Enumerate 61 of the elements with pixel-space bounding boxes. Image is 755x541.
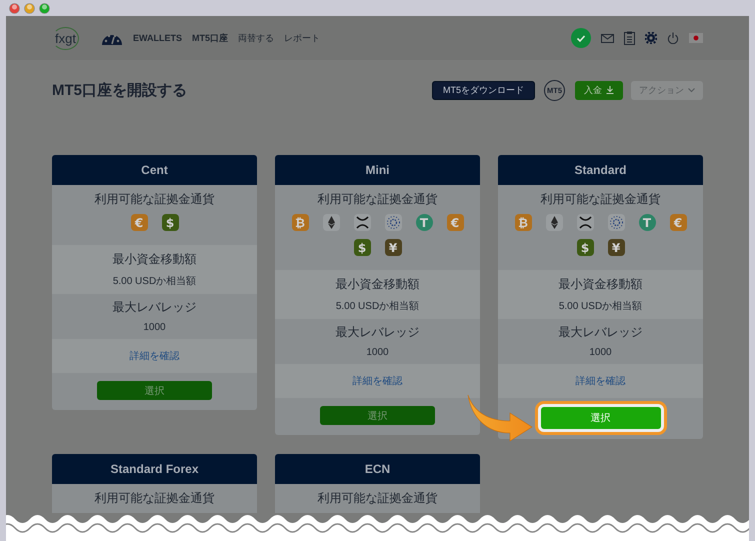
section-label: 利用可能な証拠金通貨 [540, 191, 660, 208]
section-label: 最大レバレッジ [558, 324, 642, 341]
section-label: 最小資金移動額 [336, 276, 420, 293]
leverage-value: 1000 [143, 322, 166, 333]
min-transfer-value: 5.00 USDか相当額 [558, 300, 642, 313]
currency-icon: T [416, 214, 432, 231]
window-control-icon [24, 2, 35, 14]
chevron-down-icon [688, 88, 695, 92]
currency-icon: ₿ [292, 214, 308, 231]
section-label: 最大レバレッジ [112, 299, 196, 316]
section-label: 利用可能な証拠金通貨 [318, 191, 438, 208]
section-label: 利用可能な証拠金通貨 [318, 490, 438, 507]
power-icon [667, 32, 679, 44]
currency-icon: $ [576, 239, 594, 256]
page-title: MT5口座を開設する [52, 80, 188, 100]
nav-item[interactable]: 両替する [238, 32, 274, 44]
select-button[interactable]: 選択 [320, 406, 435, 425]
leverage-value: 1000 [366, 347, 389, 358]
mail-icon [601, 34, 614, 42]
nav-item[interactable]: MT5口座 [192, 32, 228, 44]
min-transfer-value: 5.00 USDか相当額 [112, 274, 196, 288]
check-icon [571, 28, 591, 48]
card-title: Cent [52, 155, 257, 185]
currency-icon: T [638, 214, 656, 231]
currency-icon: € [670, 214, 686, 231]
currency-icon: € [130, 214, 148, 231]
deposit-button[interactable]: 入金 [575, 80, 623, 100]
card-title: Standard Forex [52, 454, 257, 484]
cross-icon [576, 214, 594, 231]
cross-icon [354, 214, 370, 231]
download-icon [606, 86, 614, 94]
section-label: 最小資金移動額 [112, 251, 196, 268]
leverage-value: 1000 [589, 347, 612, 358]
dotted-circle-icon [608, 214, 624, 231]
card-title: Mini [275, 155, 480, 185]
settings-icon [645, 32, 657, 44]
flag-icon [689, 33, 703, 43]
nav-item[interactable]: EWALLETS [132, 33, 182, 43]
section-label: 最小資金移動額 [558, 276, 642, 293]
section-label: 利用可能な証拠金通貨 [94, 191, 214, 208]
currency-icon: € [446, 214, 464, 231]
currency-icon: ¥ [608, 239, 624, 256]
nav-item[interactable]: レポート [284, 32, 320, 44]
select-button[interactable]: 選択 [97, 381, 212, 400]
card-title: ECN [275, 454, 480, 484]
select-button[interactable]: 選択 [540, 407, 660, 429]
currency-icon: ₿ [514, 214, 532, 231]
min-transfer-value: 5.00 USDか相当額 [336, 300, 420, 313]
currency-icon: ¥ [384, 239, 402, 256]
dotted-circle-icon [384, 214, 402, 231]
section-label: 利用可能な証拠金通貨 [94, 490, 214, 507]
window-control-icon [39, 2, 50, 14]
currency-icon: $ [162, 214, 178, 231]
section-label: 最大レバレッジ [336, 324, 420, 341]
download-button[interactable]: MT5をダウンロード [432, 80, 535, 100]
arrow-icon [468, 394, 532, 442]
currency-icon: $ [354, 239, 370, 256]
window-control-icon [9, 2, 20, 14]
card-title: Standard [498, 155, 703, 185]
clipboard-icon [624, 31, 635, 45]
logo[interactable]: fxgt [52, 26, 79, 50]
